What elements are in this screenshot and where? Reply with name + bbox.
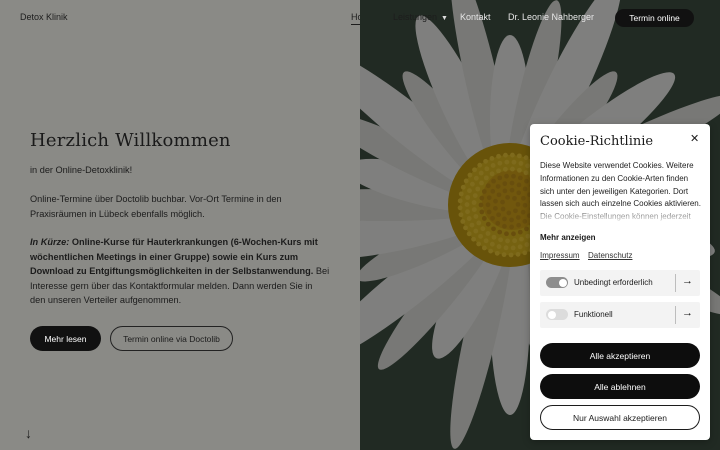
cookie-category-label: Unbedingt erforderlich — [574, 278, 653, 287]
hero-paragraph-courses: In Kürze: Online-Kurse für Hauterkrankun… — [30, 235, 330, 308]
close-icon[interactable]: ✕ — [690, 132, 699, 145]
read-more-button[interactable]: Mehr lesen — [30, 326, 101, 351]
divider — [675, 306, 676, 324]
accept-all-button[interactable]: Alle akzeptieren — [540, 343, 700, 368]
hero-left-background — [0, 0, 360, 450]
arrow-down-icon[interactable]: ↓ — [25, 425, 32, 441]
accept-selection-button[interactable]: Nur Auswahl akzeptieren — [540, 405, 700, 430]
reject-all-button[interactable]: Alle ablehnen — [540, 374, 700, 399]
cookie-category-label: Funktionell — [574, 310, 613, 319]
necessary-toggle[interactable] — [546, 277, 568, 288]
datenschutz-link[interactable]: Datenschutz — [588, 251, 632, 260]
hero-paragraph-intro: In Kürze: — [30, 237, 70, 247]
cookie-dialog-title: Cookie-Richtlinie — [540, 134, 654, 149]
arrow-right-icon[interactable]: → — [682, 307, 693, 319]
doctolib-button[interactable]: Termin online via Doctolib — [110, 326, 233, 351]
page-title: Herzlich Willkommen — [30, 130, 231, 151]
cookie-dialog: Cookie-Richtlinie ✕ Diese Website verwen… — [530, 124, 710, 440]
nav-item-doctor[interactable]: Dr. Leonie Nahberger — [508, 12, 594, 22]
impressum-link[interactable]: Impressum — [540, 251, 580, 260]
cookie-category-functional: Funktionell → — [540, 302, 700, 328]
arrow-right-icon[interactable]: → — [682, 275, 693, 287]
termin-online-button[interactable]: Termin online — [615, 9, 694, 27]
cookie-description-fade — [540, 206, 702, 224]
nav-item-home[interactable]: Home — [351, 12, 360, 25]
divider — [675, 274, 676, 292]
toggle-knob — [547, 310, 556, 319]
hero-paragraph-booking: Online-Termine über Doctolib buchbar. Vo… — [30, 194, 282, 219]
chevron-down-icon: ▼ — [441, 15, 448, 22]
cookie-category-necessary: Unbedingt erforderlich → — [540, 270, 700, 296]
functional-toggle[interactable] — [546, 309, 568, 320]
show-more-link[interactable]: Mehr anzeigen — [540, 233, 596, 242]
toggle-knob — [558, 278, 567, 287]
hero-paragraph-bold: Online-Kurse für Hauterkrankungen (6-Woc… — [30, 237, 318, 276]
nav-item-kontakt[interactable]: Kontakt — [460, 12, 491, 22]
hero-subtitle: in der Online-Detoxklinik! — [30, 165, 133, 175]
nav-item-leistungen[interactable]: Leistungen ▼ — [393, 12, 448, 22]
nav-item-leistungen-label: Leistungen — [393, 12, 438, 22]
site-logo[interactable]: Detox Klinik — [20, 12, 68, 22]
